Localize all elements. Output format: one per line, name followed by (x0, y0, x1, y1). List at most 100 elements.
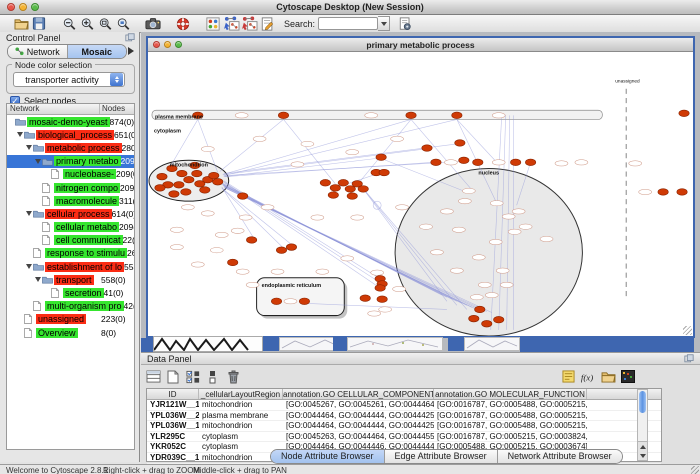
tree-row[interactable]: Overview8(0) (7, 326, 134, 339)
tree-row[interactable]: macromolecule311(0) (7, 194, 134, 207)
network-label-node[interactable] (508, 229, 521, 234)
tree-row[interactable]: unassigned223(0) (7, 313, 134, 326)
new-attribute-icon[interactable] (163, 368, 183, 386)
network-node[interactable] (328, 192, 338, 199)
network-label-node[interactable] (490, 201, 503, 206)
column-header-region[interactable]: _cellularLayoutRegion (199, 389, 283, 399)
network-node[interactable] (271, 298, 281, 305)
network-label-node[interactable] (236, 269, 249, 274)
network-label-node[interactable] (555, 161, 568, 166)
import-attributes-icon[interactable] (598, 368, 618, 386)
network-label-node[interactable] (485, 292, 498, 297)
network-label-node[interactable] (365, 113, 378, 118)
network-label-node[interactable] (393, 286, 406, 291)
network-node[interactable] (330, 185, 340, 192)
search-options-icon[interactable] (396, 16, 414, 31)
float-panel-icon[interactable] (125, 33, 135, 42)
tree-row[interactable]: nitrogen compo209(0) (7, 181, 134, 194)
select-attributes-icon[interactable] (183, 368, 203, 386)
network-label-node[interactable] (540, 236, 553, 241)
expander-icon[interactable] (34, 277, 42, 282)
open-icon[interactable] (12, 16, 30, 31)
network-label-node[interactable] (351, 215, 364, 220)
network-label-node[interactable] (492, 113, 505, 118)
network-node[interactable] (177, 170, 187, 177)
tab-overflow-arrow[interactable] (128, 47, 134, 55)
expander-icon[interactable] (16, 132, 24, 137)
table-row[interactable]: YJR121W__1mitochondrion[GO:0045267, GO:0… (147, 400, 661, 411)
network-label-node[interactable] (502, 214, 515, 219)
tree-row[interactable]: cellular metabo209(0) (7, 221, 134, 234)
tab-node-attribute-browser[interactable]: Node Attribute Browser (271, 450, 384, 463)
network-node[interactable] (228, 259, 238, 266)
network-node[interactable] (169, 191, 179, 198)
tree-row[interactable]: primary metabo209(... (7, 155, 134, 168)
network-label-node[interactable] (201, 211, 214, 216)
tree-row[interactable]: transport558(0) (7, 273, 134, 286)
background-window-fragment[interactable] (347, 337, 443, 351)
network-label-node[interactable] (458, 198, 471, 203)
network-node[interactable] (452, 112, 462, 119)
expander-icon[interactable] (25, 264, 33, 269)
scrollbar-thumb[interactable] (639, 391, 646, 413)
network-window-title-bar[interactable]: primary metabolic process (148, 38, 693, 52)
network-node[interactable] (376, 154, 386, 161)
network-label-node[interactable] (452, 227, 465, 232)
search-dropdown-button[interactable] (378, 16, 390, 31)
network-node[interactable] (157, 173, 167, 180)
network-label-node[interactable] (170, 227, 183, 232)
network-node[interactable] (286, 244, 296, 251)
app-title-bar[interactable]: Cytoscape Desktop (New Session) (0, 0, 700, 15)
network-label-node[interactable] (489, 239, 502, 244)
network-node[interactable] (338, 179, 348, 186)
tree-row[interactable]: multi-organism pro42(0) (7, 300, 134, 313)
network-label-node[interactable] (368, 311, 381, 316)
network-label-node[interactable] (170, 244, 183, 249)
network-node[interactable] (347, 193, 357, 200)
tab-edge-attribute-browser[interactable]: Edge Attribute Browser (384, 450, 497, 463)
network-node[interactable] (181, 189, 191, 196)
help-lifering-icon[interactable] (174, 16, 192, 31)
network-label-node[interactable] (575, 160, 588, 165)
network-label-node[interactable] (396, 205, 409, 210)
network-node[interactable] (431, 159, 441, 166)
network-label-node[interactable] (371, 270, 384, 275)
view-resize-grip[interactable] (683, 326, 692, 335)
network-node[interactable] (658, 189, 668, 196)
expander-icon[interactable] (25, 211, 33, 216)
network-label-node[interactable] (500, 282, 513, 287)
expander-icon[interactable] (34, 159, 42, 164)
network-node[interactable] (377, 296, 387, 303)
network-label-node[interactable] (181, 205, 194, 210)
zoom-fit-icon[interactable] (96, 16, 114, 31)
network-node[interactable] (475, 306, 485, 313)
network-label-node[interactable] (246, 282, 259, 287)
network-node[interactable] (320, 179, 330, 186)
network-label-node[interactable] (472, 255, 485, 260)
tab-network-attribute-browser[interactable]: Network Attribute Browser (497, 450, 622, 463)
network-label-node[interactable] (444, 160, 457, 165)
network-node[interactable] (459, 157, 469, 164)
app-resize-grip[interactable] (691, 466, 699, 474)
tree-row[interactable]: establishment of lo558(0) (7, 260, 134, 273)
zoom-out-icon[interactable] (60, 16, 78, 31)
network-node[interactable] (184, 176, 194, 183)
network-node[interactable] (213, 178, 223, 185)
network-node[interactable] (494, 316, 504, 323)
network-node[interactable] (299, 298, 309, 305)
save-icon[interactable] (30, 16, 48, 31)
network-node[interactable] (406, 112, 416, 119)
tree-row[interactable]: secretion41(0) (7, 286, 134, 299)
network-label-node[interactable] (492, 160, 505, 165)
data-panel-title-bar[interactable]: Data Panel (141, 353, 700, 365)
network-label-node[interactable] (316, 269, 329, 274)
column-header-molecular-function[interactable]: annotation.GO MOLECULAR_FUNCTION (434, 389, 587, 399)
network-label-node[interactable] (478, 282, 491, 287)
network-edge[interactable] (224, 149, 424, 175)
network-label-node[interactable] (301, 141, 314, 146)
network-node[interactable] (677, 189, 687, 196)
network-label-node[interactable] (311, 215, 324, 220)
import-network-blue-icon[interactable] (222, 16, 240, 31)
network-label-node[interactable] (261, 205, 274, 210)
network-node[interactable] (200, 187, 210, 194)
